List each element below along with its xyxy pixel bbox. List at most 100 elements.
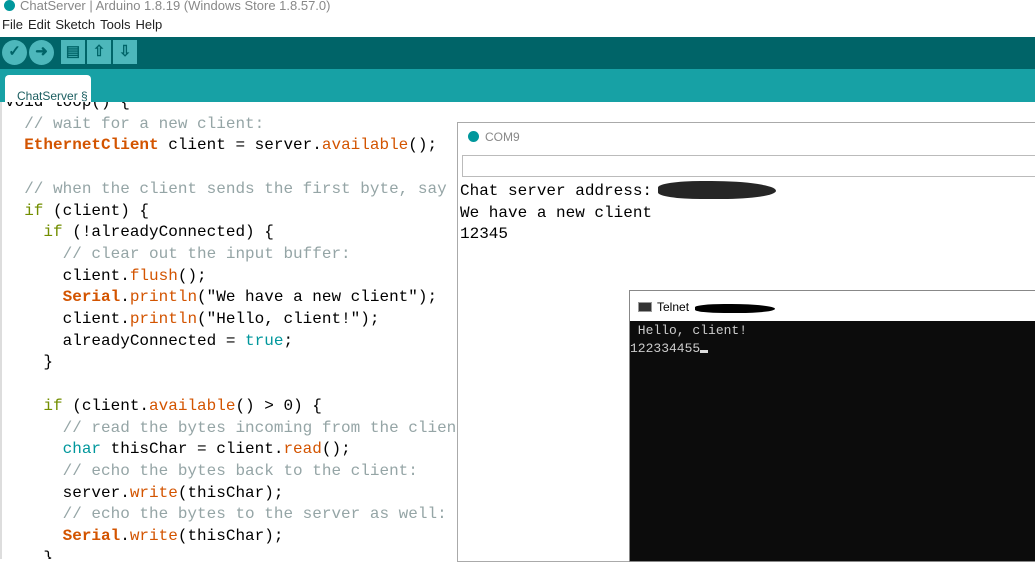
verify-button[interactable]: ✓ bbox=[2, 40, 27, 65]
code-token-p bbox=[5, 223, 43, 241]
code-token-func: println bbox=[129, 310, 198, 329]
code-token-comment: // clear out the input buffer: bbox=[62, 244, 351, 263]
telnet-output[interactable]: Hello, client! 122334455 bbox=[630, 321, 1035, 358]
code-token-comment: // echo the bytes to the server as well: bbox=[62, 505, 447, 524]
code-token-func: write bbox=[129, 483, 178, 502]
code-token-p: . bbox=[120, 288, 130, 307]
telnet-title-bar: Telnet bbox=[630, 291, 1035, 321]
serial-line: Chat server address: bbox=[460, 182, 653, 200]
new-sketch-button[interactable]: ▤ bbox=[61, 40, 85, 64]
code-token-p bbox=[5, 115, 24, 133]
code-token-p: (); bbox=[177, 266, 207, 285]
arduino-logo-icon bbox=[468, 131, 479, 142]
code-line: // echo the bytes back to the client: bbox=[5, 461, 460, 483]
serial-output: Chat server address: We have a new client… bbox=[460, 181, 652, 246]
code-token-p bbox=[5, 288, 63, 306]
code-token-p: (); bbox=[321, 440, 351, 459]
tab-chatserver[interactable]: ChatServer § bbox=[5, 75, 91, 105]
code-line: server.write(thisChar); bbox=[5, 483, 460, 505]
code-token-p: (thisChar); bbox=[177, 483, 284, 502]
upload-button[interactable]: ➜ bbox=[29, 40, 54, 65]
code-line: // read the bytes incoming from the clie… bbox=[5, 418, 460, 440]
code-token-p bbox=[5, 505, 63, 523]
code-token-p bbox=[5, 136, 24, 154]
code-editor[interactable]: void loop() { // wait for a new client: … bbox=[0, 102, 460, 559]
code-line: Serial.println("We have a new client"); bbox=[5, 287, 460, 309]
code-line: client.println("Hello, client!"); bbox=[5, 309, 460, 331]
telnet-line-text: 122334455 bbox=[630, 341, 701, 356]
code-token-comment: // when the client sends the first byte,… bbox=[24, 179, 460, 198]
serial-line: 12345 bbox=[460, 225, 509, 244]
code-line: // echo the bytes to the server as well: bbox=[5, 504, 460, 526]
code-line: if (!alreadyConnected) { bbox=[5, 222, 460, 244]
text-cursor bbox=[700, 350, 709, 353]
save-sketch-button[interactable]: ⇩ bbox=[113, 40, 137, 64]
code-token-p: (!alreadyConnected) { bbox=[62, 223, 274, 242]
telnet-window: Telnet Hello, client! 122334455 bbox=[629, 290, 1035, 562]
code-token-func: available bbox=[321, 136, 409, 155]
telnet-title: Telnet bbox=[657, 300, 690, 314]
menu-tools[interactable]: Tools bbox=[100, 17, 130, 32]
code-token-p: (thisChar); bbox=[177, 527, 284, 546]
code-token-func: println bbox=[129, 288, 198, 307]
code-token-p: client. bbox=[5, 266, 130, 285]
code-line: if (client.available() > 0) { bbox=[5, 396, 460, 418]
code-token-p bbox=[5, 419, 63, 437]
code-token-p: ; bbox=[283, 331, 294, 350]
code-token-p: server. bbox=[5, 483, 130, 502]
code-line: Serial.write(thisChar); bbox=[5, 526, 460, 548]
code-token-p bbox=[5, 180, 24, 198]
telnet-line: 122334455 bbox=[630, 340, 1035, 358]
code-token-type: Serial bbox=[62, 527, 121, 546]
code-token-p: ("Hello, client!"); bbox=[197, 310, 380, 329]
code-token-p: client = server. bbox=[158, 136, 322, 155]
code-line: char thisChar = client.read(); bbox=[5, 439, 460, 461]
code-token-kw: true bbox=[245, 331, 284, 350]
code-token-ctrl: if bbox=[24, 201, 44, 220]
code-token-p bbox=[5, 245, 63, 263]
code-token-comment: // echo the bytes back to the client: bbox=[62, 461, 418, 480]
open-sketch-button[interactable]: ⇧ bbox=[87, 40, 111, 64]
code-line: // wait for a new client: bbox=[5, 114, 460, 136]
code-token-comment: // read the bytes incoming from the clie… bbox=[62, 418, 460, 437]
code-token-p: (); bbox=[408, 136, 438, 155]
code-token-type: EthernetClient bbox=[24, 136, 159, 155]
console-icon bbox=[638, 302, 652, 312]
code-text: void loop() { // wait for a new client: … bbox=[5, 102, 460, 559]
code-token-p: alreadyConnected = bbox=[5, 331, 246, 350]
code-token-p: thisChar = client. bbox=[101, 440, 284, 459]
code-token-func: available bbox=[149, 396, 236, 415]
serial-send-input[interactable] bbox=[462, 155, 1035, 177]
code-token-p: client. bbox=[5, 310, 130, 329]
menu-bar: File Edit Sketch Tools Help bbox=[0, 17, 165, 35]
code-token-ctrl: if bbox=[43, 396, 63, 415]
code-token-ctrl: if bbox=[43, 223, 63, 242]
code-token-p: } bbox=[5, 548, 54, 559]
code-token-p: (client. bbox=[62, 396, 150, 415]
code-line: void loop() { bbox=[5, 102, 460, 114]
code-line: if (client) { bbox=[5, 201, 460, 223]
serial-line: We have a new client bbox=[460, 203, 653, 222]
menu-sketch[interactable]: Sketch bbox=[55, 17, 95, 32]
code-token-comment: // wait for a new client: bbox=[24, 114, 265, 133]
window-title: ChatServer | Arduino 1.8.19 (Windows Sto… bbox=[20, 0, 331, 13]
menu-help[interactable]: Help bbox=[135, 17, 162, 32]
menu-edit[interactable]: Edit bbox=[28, 17, 50, 32]
telnet-line: Hello, client! bbox=[630, 323, 748, 338]
code-line: // clear out the input buffer: bbox=[5, 244, 460, 266]
code-line: } bbox=[5, 548, 460, 559]
code-line: } bbox=[5, 352, 460, 374]
code-token-p: ("We have a new client"); bbox=[197, 288, 438, 307]
code-token-func: read bbox=[283, 440, 322, 459]
code-line: // when the client sends the first byte,… bbox=[5, 179, 460, 201]
code-token-p: } bbox=[5, 353, 54, 372]
code-token-p bbox=[5, 527, 63, 545]
menu-file[interactable]: File bbox=[2, 17, 23, 32]
redaction-scribble bbox=[658, 181, 776, 199]
code-token-p: void loop() { bbox=[5, 102, 130, 111]
arduino-logo-icon bbox=[4, 0, 15, 11]
code-line: client.flush(); bbox=[5, 266, 460, 288]
code-token-p: (client) { bbox=[43, 201, 150, 220]
